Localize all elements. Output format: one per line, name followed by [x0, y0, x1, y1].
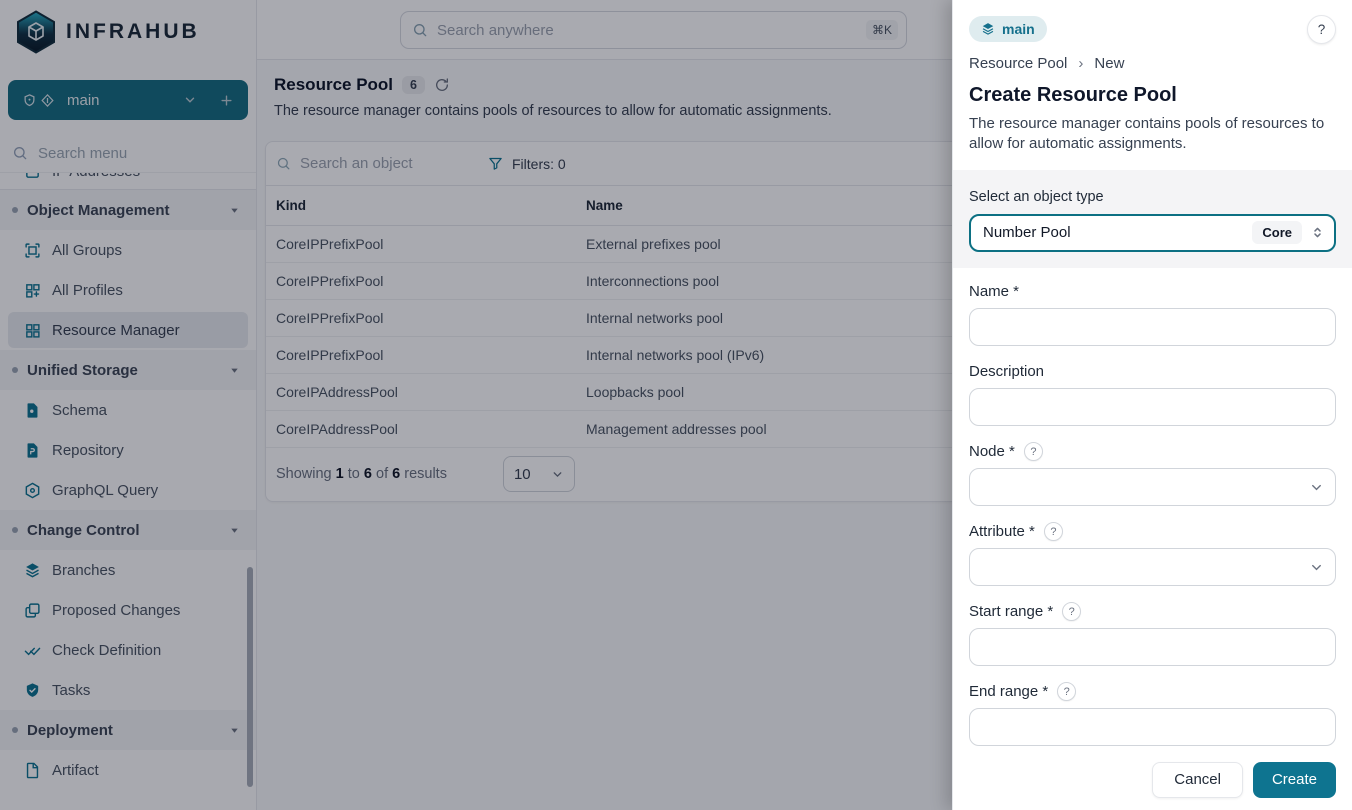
field-label: Attribute * [969, 523, 1035, 540]
breadcrumb-current: New [1094, 55, 1124, 72]
help-icon[interactable]: ? [1062, 602, 1081, 621]
create-resource-pool-drawer: main ? Resource Pool › New Create Resour… [952, 0, 1352, 810]
chevron-down-icon [1309, 560, 1324, 575]
help-button[interactable]: ? [1307, 15, 1336, 44]
branch-layers-icon [981, 22, 995, 36]
end-range-input[interactable] [969, 708, 1336, 746]
field-description: Description [969, 362, 1336, 426]
start-range-input[interactable] [969, 628, 1336, 666]
field-label: Description [969, 363, 1044, 380]
field-name: Name * [969, 282, 1336, 346]
chevron-up-down-icon [1310, 225, 1325, 240]
chevron-right-icon: › [1078, 55, 1083, 72]
breadcrumb-parent[interactable]: Resource Pool [969, 55, 1067, 72]
field-label: Start range * [969, 603, 1053, 620]
breadcrumb: Resource Pool › New [969, 55, 1336, 72]
node-select[interactable] [969, 468, 1336, 506]
field-end-range: End range * ? [969, 682, 1336, 746]
create-form: Name * Description Node * ? Attribute * … [953, 268, 1352, 746]
drawer-title: Create Resource Pool [969, 84, 1336, 107]
drawer-description: The resource manager contains pools of r… [969, 114, 1331, 155]
field-attribute: Attribute * ? [969, 522, 1336, 586]
object-type-select[interactable]: Number Pool Core [969, 214, 1336, 252]
help-icon[interactable]: ? [1057, 682, 1076, 701]
help-icon[interactable]: ? [1024, 442, 1043, 461]
description-input[interactable] [969, 388, 1336, 426]
field-label: End range * [969, 683, 1048, 700]
help-icon[interactable]: ? [1044, 522, 1063, 541]
field-node: Node * ? [969, 442, 1336, 506]
branch-badge: main [969, 16, 1047, 42]
name-input[interactable] [969, 308, 1336, 346]
object-type-value: Number Pool [983, 224, 1252, 241]
object-type-section: Select an object type Number Pool Core [953, 170, 1352, 268]
create-button[interactable]: Create [1253, 762, 1336, 798]
field-label: Name * [969, 283, 1019, 300]
attribute-select[interactable] [969, 548, 1336, 586]
field-label: Node * [969, 443, 1015, 460]
core-badge: Core [1252, 221, 1302, 244]
cancel-button[interactable]: Cancel [1152, 762, 1243, 798]
drawer-actions: Cancel Create [953, 746, 1352, 810]
field-start-range: Start range * ? [969, 602, 1336, 666]
drawer-header: main ? Resource Pool › New Create Resour… [953, 0, 1352, 155]
chevron-down-icon [1309, 480, 1324, 495]
branch-badge-label: main [1002, 21, 1035, 37]
object-type-label: Select an object type [969, 189, 1336, 205]
